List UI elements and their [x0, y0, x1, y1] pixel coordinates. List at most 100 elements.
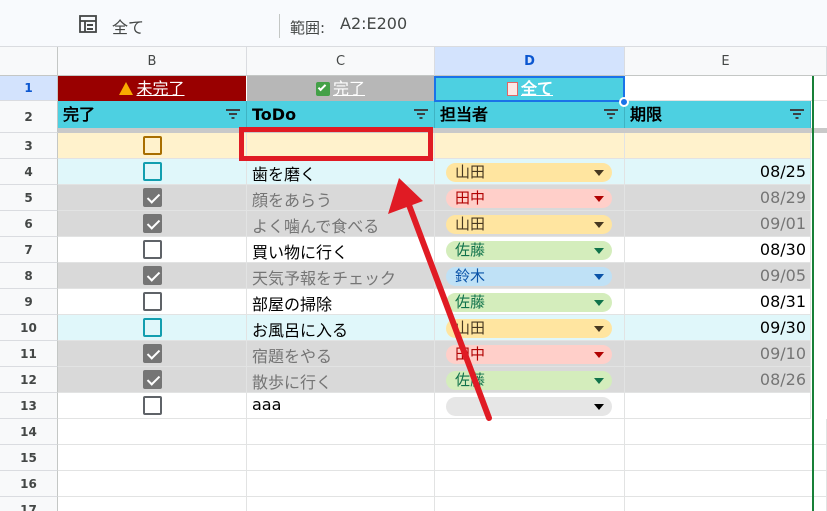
table-cell[interactable]: 買い物に行く: [247, 237, 435, 263]
row-header[interactable]: 11: [0, 341, 58, 367]
table-cell[interactable]: [58, 315, 247, 341]
row-header[interactable]: 7: [0, 237, 58, 263]
table-cell[interactable]: [435, 393, 625, 419]
incomplete-filter-button[interactable]: 未完了: [58, 76, 247, 101]
column-header-d[interactable]: D: [435, 47, 625, 76]
empty-cell[interactable]: [435, 471, 625, 497]
assignee-dropdown-chip[interactable]: 佐藤: [446, 371, 612, 390]
row-header[interactable]: 4: [0, 159, 58, 185]
done-checkbox[interactable]: [143, 344, 162, 363]
filter-icon[interactable]: [790, 109, 804, 119]
empty-cell[interactable]: [625, 497, 827, 511]
filter-icon[interactable]: [414, 109, 428, 119]
dropdown-arrow-icon[interactable]: [594, 170, 604, 176]
filter-view-icon[interactable]: [78, 14, 98, 34]
row-header[interactable]: 2: [0, 101, 58, 133]
table-cell[interactable]: 田中: [435, 341, 625, 367]
assignee-dropdown-chip[interactable]: 佐藤: [446, 241, 612, 260]
dropdown-arrow-icon[interactable]: [594, 274, 604, 280]
table-cell[interactable]: 山田: [435, 211, 625, 237]
row-header[interactable]: 17: [0, 497, 58, 511]
assignee-dropdown-chip[interactable]: 山田: [446, 163, 612, 182]
row-header[interactable]: 15: [0, 445, 58, 471]
done-checkbox[interactable]: [143, 162, 162, 181]
dropdown-arrow-icon[interactable]: [594, 248, 604, 254]
header-todo[interactable]: ToDo: [247, 101, 435, 128]
row-header[interactable]: 5: [0, 185, 58, 211]
column-header-e[interactable]: E: [625, 47, 827, 76]
done-checkbox[interactable]: [143, 318, 162, 337]
table-cell[interactable]: 顔をあらう: [247, 185, 435, 211]
table-cell[interactable]: [58, 341, 247, 367]
assignee-dropdown-chip[interactable]: [446, 397, 612, 416]
column-header-b[interactable]: B: [58, 47, 247, 76]
table-cell[interactable]: 08/29: [625, 185, 811, 211]
table-cell[interactable]: [58, 367, 247, 393]
table-cell[interactable]: [58, 133, 247, 159]
header-due[interactable]: 期限: [625, 101, 811, 128]
table-cell[interactable]: [58, 289, 247, 315]
table-cell[interactable]: [58, 185, 247, 211]
filter-icon[interactable]: [604, 109, 618, 119]
header-assignee[interactable]: 担当者: [435, 101, 625, 128]
table-cell[interactable]: 佐藤: [435, 367, 625, 393]
done-checkbox[interactable]: [143, 188, 162, 207]
filter-icon[interactable]: [226, 109, 240, 119]
done-checkbox[interactable]: [143, 240, 162, 259]
empty-cell[interactable]: [247, 497, 435, 511]
empty-cell[interactable]: [58, 419, 247, 445]
table-cell[interactable]: 09/10: [625, 341, 811, 367]
row-header[interactable]: 9: [0, 289, 58, 315]
empty-cell[interactable]: [58, 471, 247, 497]
table-cell[interactable]: お風呂に入る: [247, 315, 435, 341]
table-cell[interactable]: [58, 263, 247, 289]
assignee-dropdown-chip[interactable]: 山田: [446, 319, 612, 338]
table-cell[interactable]: 散歩に行く: [247, 367, 435, 393]
row-header[interactable]: 8: [0, 263, 58, 289]
table-cell[interactable]: 09/05: [625, 263, 811, 289]
row-header[interactable]: 16: [0, 471, 58, 497]
table-cell[interactable]: aaa: [247, 393, 435, 419]
empty-cell[interactable]: [625, 445, 827, 471]
table-cell[interactable]: [58, 393, 247, 419]
complete-filter-button[interactable]: 完了: [247, 76, 435, 101]
table-cell[interactable]: [625, 393, 811, 419]
empty-cell[interactable]: [435, 419, 625, 445]
table-cell[interactable]: 08/26: [625, 367, 811, 393]
dropdown-arrow-icon[interactable]: [594, 326, 604, 332]
dropdown-arrow-icon[interactable]: [594, 300, 604, 306]
table-cell[interactable]: 08/31: [625, 289, 811, 315]
cell-e1[interactable]: [625, 76, 827, 101]
done-checkbox[interactable]: [143, 266, 162, 285]
done-checkbox[interactable]: [143, 292, 162, 311]
assignee-dropdown-chip[interactable]: 田中: [446, 345, 612, 364]
done-checkbox[interactable]: [143, 136, 162, 155]
row-header[interactable]: 1: [0, 76, 58, 101]
table-cell[interactable]: [625, 133, 811, 159]
table-cell[interactable]: 09/01: [625, 211, 811, 237]
empty-cell[interactable]: [435, 497, 625, 511]
table-cell[interactable]: 09/30: [625, 315, 811, 341]
row-header[interactable]: 14: [0, 419, 58, 445]
empty-cell[interactable]: [58, 497, 247, 511]
assignee-dropdown-chip[interactable]: 鈴木: [446, 267, 612, 286]
empty-cell[interactable]: [625, 419, 827, 445]
table-cell[interactable]: 山田: [435, 159, 625, 185]
row-header[interactable]: 12: [0, 367, 58, 393]
table-cell[interactable]: 田中: [435, 185, 625, 211]
assignee-dropdown-chip[interactable]: 山田: [446, 215, 612, 234]
table-cell[interactable]: 歯を磨く: [247, 159, 435, 185]
column-header-c[interactable]: C: [247, 47, 435, 76]
table-cell[interactable]: 山田: [435, 315, 625, 341]
empty-cell[interactable]: [247, 445, 435, 471]
dropdown-arrow-icon[interactable]: [594, 378, 604, 384]
dropdown-arrow-icon[interactable]: [594, 196, 604, 202]
table-cell[interactable]: [58, 211, 247, 237]
row-header[interactable]: 13: [0, 393, 58, 419]
table-cell[interactable]: 08/25: [625, 159, 811, 185]
empty-cell[interactable]: [58, 445, 247, 471]
table-cell[interactable]: 宿題をやる: [247, 341, 435, 367]
table-cell[interactable]: 天気予報をチェック: [247, 263, 435, 289]
assignee-dropdown-chip[interactable]: 田中: [446, 189, 612, 208]
empty-cell[interactable]: [247, 471, 435, 497]
